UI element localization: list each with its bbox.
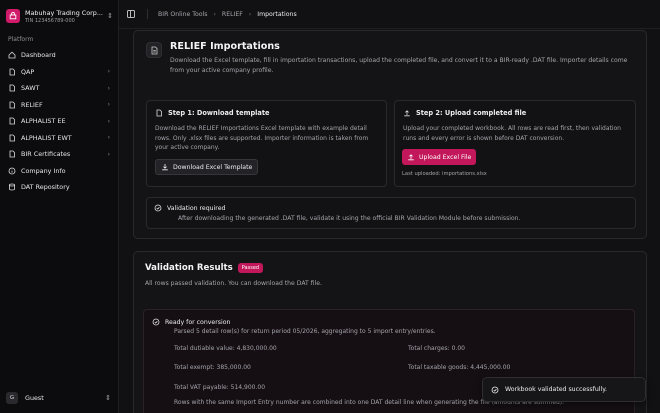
- file-icon: [8, 117, 16, 125]
- file-text-icon: [146, 42, 162, 58]
- status-badge: Passed: [237, 263, 264, 273]
- chevron-right-icon: ›: [107, 117, 110, 125]
- sidebar-item-label: Company Info: [21, 166, 66, 175]
- chevron-right-icon: ›: [213, 10, 216, 18]
- download-template-button[interactable]: Download Excel Template: [155, 159, 259, 175]
- file-icon: [8, 84, 16, 92]
- file-icon: [8, 150, 16, 158]
- importations-card: RELIEF Importations Download the Excel t…: [133, 30, 647, 239]
- total-taxable-goods: Total taxable goods: 4,445,000.00: [408, 364, 511, 371]
- breadcrumb-item[interactable]: RELIEF: [222, 11, 243, 18]
- check-circle-icon: [154, 204, 162, 212]
- breadcrumb-item[interactable]: BIR Online Tools: [158, 11, 208, 18]
- sidebar-item-label: BIR Certificates: [21, 150, 71, 159]
- notice-title: Validation required: [167, 204, 226, 212]
- divider: [147, 9, 148, 19]
- validation-description: All rows passed validation. You can down…: [145, 280, 322, 287]
- file-icon: [8, 101, 16, 109]
- upload-file-label: Upload Excel File: [419, 153, 472, 161]
- chevron-right-icon: ›: [248, 10, 252, 18]
- sidebar-item-label: QAP: [21, 67, 35, 76]
- page-description: Download the Excel template, fill in imp…: [170, 57, 628, 74]
- sidebar: Mabuhay Trading Corp... TIN 123456789-00…: [0, 0, 118, 413]
- sidebar-item-relief[interactable]: RELIEF ›: [4, 97, 114, 114]
- chevrons-up-down-icon: ⇕: [105, 394, 111, 402]
- check-circle-icon: [152, 318, 160, 326]
- sidebar-item-sawt[interactable]: SAWT ›: [4, 80, 114, 97]
- sidebar-item-label: SAWT: [21, 84, 40, 93]
- total-exempt: Total exempt: 385,000.00: [174, 364, 251, 371]
- main-content: BIR Online Tools › RELIEF › Importations…: [118, 0, 660, 413]
- chevron-right-icon: ›: [107, 134, 110, 142]
- chevron-right-icon: ›: [107, 150, 110, 158]
- user-menu[interactable]: G Guest ⇕: [6, 391, 112, 405]
- database-icon: [8, 183, 16, 191]
- file-icon: [8, 68, 16, 76]
- upload-icon: [403, 109, 411, 117]
- step1-description: Download the RELIEF Importations Excel t…: [155, 125, 369, 152]
- sidebar-item-dashboard[interactable]: Dashboard: [4, 47, 114, 64]
- sidebar-item-company-info[interactable]: Company Info: [4, 163, 114, 180]
- step2-panel: Step 2: Upload completed file Upload you…: [394, 100, 636, 187]
- sidebar-item-label: ALPHALIST EE: [21, 117, 66, 126]
- sidebar-item-dat-repository[interactable]: DAT Repository: [4, 179, 114, 196]
- ready-description: Parsed 5 detail row(s) for return period…: [174, 328, 436, 335]
- chevron-right-icon: ›: [107, 101, 110, 109]
- sidebar-item-label: DAT Repository: [21, 183, 70, 192]
- chevrons-up-down-icon: ⇕: [107, 12, 113, 20]
- total-dutiable-value: Total dutiable value: 4,830,000.00: [174, 345, 277, 352]
- avatar: G: [6, 392, 18, 404]
- breadcrumb-current: Importations: [257, 10, 297, 18]
- sidebar-item-qap[interactable]: QAP ›: [4, 64, 114, 81]
- sidebar-item-label: RELIEF: [21, 100, 43, 109]
- user-name: Guest: [25, 394, 44, 402]
- upload-file-button[interactable]: Upload Excel File: [402, 149, 477, 165]
- company-switcher[interactable]: Mabuhay Trading Corp... TIN 123456789-00…: [6, 6, 114, 26]
- upload-icon: [407, 153, 415, 161]
- company-logo-icon: [6, 9, 20, 23]
- file-spreadsheet-icon: [155, 109, 163, 117]
- info-icon: [8, 167, 16, 175]
- topbar: BIR Online Tools › RELIEF › Importations: [119, 0, 660, 29]
- home-icon: [8, 51, 16, 59]
- notice-description: After downloading the generated .DAT fil…: [178, 215, 521, 222]
- company-tin: TIN 123456789-000: [25, 17, 75, 24]
- sidebar-item-label: Dashboard: [21, 51, 56, 60]
- toast-notification: Workbook validated successfully.: [482, 377, 646, 402]
- download-template-label: Download Excel Template: [173, 163, 253, 171]
- toast-text: Workbook validated successfully.: [505, 386, 607, 393]
- sidebar-nav: Dashboard QAP › SAWT › RELIEF › ALPHALIS…: [4, 47, 114, 196]
- step2-title: Step 2: Upload completed file: [416, 109, 527, 117]
- validation-notice: Validation required After downloading th…: [146, 197, 636, 229]
- company-name: Mabuhay Trading Corp...: [25, 8, 103, 17]
- step1-title: Step 1: Download template: [168, 109, 270, 117]
- chevron-right-icon: ›: [107, 84, 110, 92]
- step1-panel: Step 1: Download template Download the R…: [146, 100, 387, 187]
- total-charges: Total charges: 0.00: [408, 345, 465, 352]
- sidebar-item-alphalist-ee[interactable]: ALPHALIST EE ›: [4, 113, 114, 130]
- sidebar-item-alphalist-ewt[interactable]: ALPHALIST EWT ›: [4, 130, 114, 147]
- last-uploaded-text: Last uploaded: importations.xlsx: [402, 171, 487, 177]
- file-icon: [8, 134, 16, 142]
- chevron-right-icon: ›: [107, 68, 110, 76]
- sidebar-item-bir-certificates[interactable]: BIR Certificates ›: [4, 146, 114, 163]
- step2-description: Upload your completed workbook. All rows…: [403, 125, 621, 142]
- ready-title: Ready for conversion: [165, 318, 231, 326]
- total-vat-payable: Total VAT payable: 514,900.00: [174, 384, 266, 391]
- download-icon: [161, 163, 169, 171]
- section-label: Platform: [8, 36, 34, 43]
- validation-title: Validation Results: [145, 263, 233, 273]
- sidebar-item-label: ALPHALIST EWT: [21, 133, 72, 142]
- check-circle-icon: [491, 386, 499, 394]
- sidebar-toggle-icon[interactable]: [127, 10, 135, 18]
- page-title: RELIEF Importations: [170, 41, 280, 52]
